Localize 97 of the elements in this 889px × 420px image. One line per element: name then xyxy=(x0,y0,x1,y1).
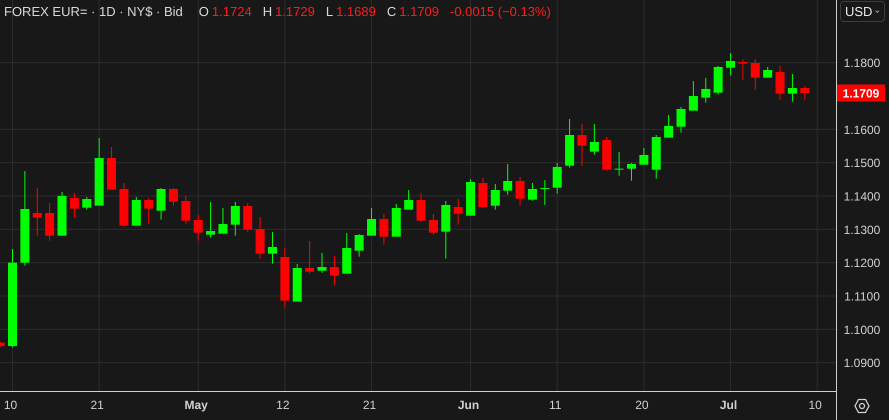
candle xyxy=(342,233,352,274)
candle xyxy=(132,197,141,226)
candle xyxy=(416,193,426,222)
candle xyxy=(0,342,5,347)
candle xyxy=(45,203,54,241)
candle xyxy=(404,190,414,210)
x-tick-label: Jun xyxy=(458,398,480,412)
ohlc-value: 1.1709 xyxy=(399,4,439,18)
y-tick-label: 1.1500 xyxy=(844,156,880,170)
candle xyxy=(107,147,116,190)
candle xyxy=(354,234,364,257)
candle xyxy=(701,78,710,103)
x-tick-label: 12 xyxy=(276,398,290,412)
currency-dropdown[interactable]: USD xyxy=(840,1,885,22)
candle xyxy=(330,256,339,286)
x-tick-label: 20 xyxy=(635,398,649,412)
candle xyxy=(565,119,574,168)
candle xyxy=(367,208,376,236)
ohlc-label: L xyxy=(326,4,334,18)
x-tick-label: 11 xyxy=(548,398,562,412)
candle xyxy=(243,203,252,232)
candle xyxy=(714,66,723,95)
x-tick-label: May xyxy=(184,398,208,412)
candle xyxy=(590,124,599,155)
candle xyxy=(688,81,698,111)
candle xyxy=(305,241,314,274)
ohlc-label: C xyxy=(386,4,396,18)
candle xyxy=(194,214,203,241)
candle xyxy=(70,193,79,218)
candle xyxy=(379,214,388,245)
settings-icon xyxy=(854,398,870,414)
caret-icon xyxy=(875,9,880,14)
candle xyxy=(664,115,674,138)
candle xyxy=(94,138,104,206)
candle xyxy=(144,198,154,224)
y-tick-label: 1.1600 xyxy=(844,122,880,137)
x-tick-label: 21 xyxy=(362,398,376,412)
candle xyxy=(466,179,476,216)
price-change: -0.0015 (−0.13%) xyxy=(450,4,551,18)
x-tick-label: 10 xyxy=(4,398,18,412)
y-tick-label: 1.1000 xyxy=(844,322,880,337)
ohlc-label: H xyxy=(262,4,272,18)
y-tick-label: 1.1100 xyxy=(844,290,880,304)
candle xyxy=(763,67,772,78)
candle xyxy=(82,197,92,210)
candle xyxy=(726,53,736,76)
candle xyxy=(639,148,648,165)
candle xyxy=(490,184,500,210)
candle xyxy=(428,214,438,235)
candle xyxy=(652,135,661,179)
y-tick-label: 1.0900 xyxy=(844,356,880,370)
candle xyxy=(516,177,525,206)
candle xyxy=(776,66,785,100)
candle xyxy=(181,196,190,224)
x-tick-label: 10 xyxy=(808,398,822,412)
candle xyxy=(552,163,562,194)
candle xyxy=(392,204,401,237)
candle xyxy=(676,107,686,133)
candle xyxy=(168,188,178,206)
y-tick-label: 1.1400 xyxy=(844,190,880,204)
candle xyxy=(318,253,326,273)
x-tick-label: Jul xyxy=(720,398,738,412)
x-tick-label: 21 xyxy=(90,398,104,412)
candle xyxy=(206,202,216,238)
candle xyxy=(268,232,277,264)
candle xyxy=(280,248,290,308)
y-tick-label: 1.1200 xyxy=(844,256,880,270)
candle xyxy=(256,217,265,259)
candle xyxy=(32,188,42,236)
candle xyxy=(627,163,636,181)
candle xyxy=(58,192,67,236)
ohlc-value: 1.1724 xyxy=(212,4,252,18)
candle xyxy=(441,201,450,259)
candle xyxy=(738,59,748,80)
candle xyxy=(614,152,624,176)
ohlc-value: 1.1689 xyxy=(336,4,376,18)
candle xyxy=(478,178,488,208)
ohlc-value: 1.1729 xyxy=(275,4,315,18)
symbol-title: FOREX EUR= · 1D · NY$ · Bid xyxy=(4,4,183,18)
candle xyxy=(503,164,512,195)
candle xyxy=(292,264,302,302)
candle xyxy=(218,208,228,234)
candle xyxy=(454,199,463,225)
candle xyxy=(788,74,797,102)
y-tick-label: 1.1300 xyxy=(844,222,880,237)
y-tick-label: 1.1800 xyxy=(844,56,880,70)
ohlc-label: O xyxy=(198,4,209,18)
candle xyxy=(750,59,760,90)
candle xyxy=(156,188,166,220)
price-label: 1.1709 xyxy=(837,84,885,102)
candle xyxy=(119,183,128,227)
candle xyxy=(230,202,240,236)
candle xyxy=(800,86,810,100)
candle xyxy=(528,183,537,201)
candle xyxy=(577,124,586,166)
candle xyxy=(602,137,612,171)
candle xyxy=(540,180,550,205)
